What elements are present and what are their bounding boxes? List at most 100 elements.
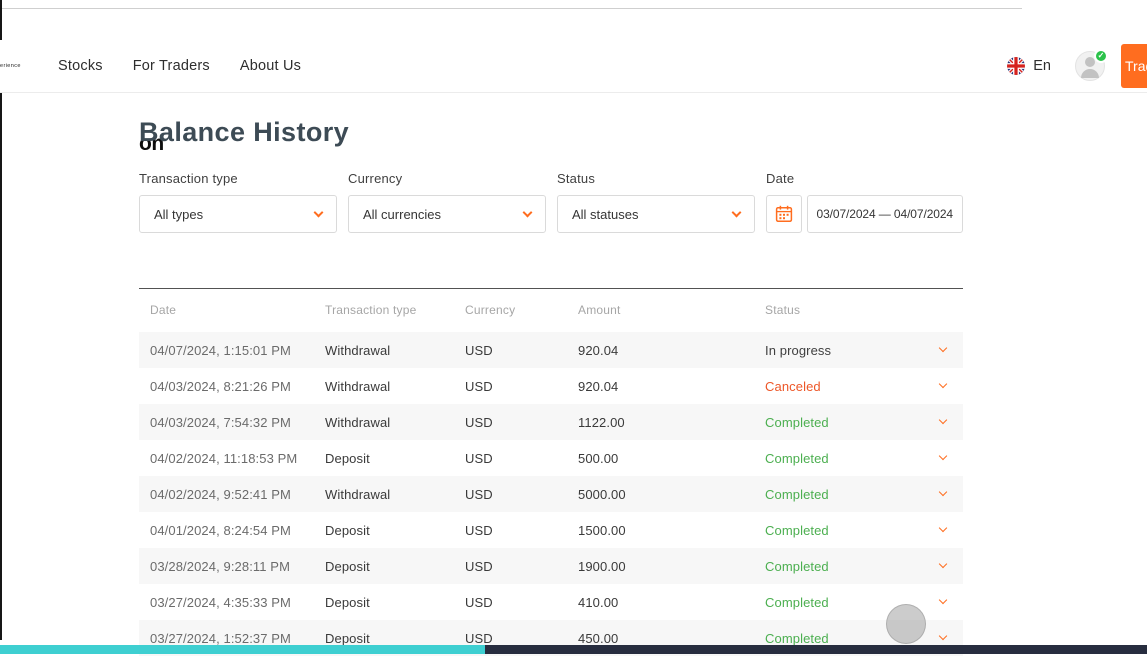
nav-item-stocks[interactable]: Stocks [58,58,103,74]
brand-logo[interactable]: on erience [0,62,30,70]
expand-row-button[interactable] [923,565,963,567]
expand-row-button[interactable] [923,601,963,603]
floating-widget-button[interactable] [886,604,926,644]
verified-check-icon: ✓ [1094,49,1108,63]
select-value: All types [154,207,203,222]
cell-amount: 500.00 [578,451,765,466]
window-left-edge-line [0,0,2,640]
expand-row-button[interactable] [923,421,963,423]
table-row[interactable]: 03/28/2024, 9:28:11 PM Deposit USD 1900.… [139,548,963,584]
table-row[interactable]: 04/02/2024, 11:18:53 PM Deposit USD 500.… [139,440,963,476]
logo-tagline: erience [0,64,30,70]
chevron-down-icon [939,632,947,640]
cell-type: Deposit [325,451,465,466]
cell-date: 04/02/2024, 11:18:53 PM [150,451,325,466]
cell-amount: 920.04 [578,343,765,358]
column-header-currency: Currency [465,303,578,317]
select-value: All statuses [572,207,638,222]
user-avatar[interactable]: ✓ [1075,51,1105,81]
transaction-type-select[interactable]: All types [139,195,337,233]
cell-type: Withdrawal [325,379,465,394]
select-value: All currencies [363,207,441,222]
filters-bar: Transaction type All types Currency All … [139,171,963,233]
currency-select[interactable]: All currencies [348,195,546,233]
balance-history-page: Balance History Transaction type All typ… [139,93,963,656]
cell-currency: USD [465,631,578,646]
calendar-button[interactable] [766,195,802,233]
chevron-down-icon [939,380,947,388]
cell-currency: USD [465,559,578,574]
cell-type: Deposit [325,631,465,646]
chevron-down-icon [939,524,947,532]
chevron-down-icon [939,344,947,352]
table-row[interactable]: 04/07/2024, 1:15:01 PM Withdrawal USD 92… [139,332,963,368]
filter-label: Transaction type [139,171,337,186]
cell-currency: USD [465,523,578,538]
table-row[interactable]: 04/01/2024, 8:24:54 PM Deposit USD 1500.… [139,512,963,548]
transactions-table: Date Transaction type Currency Amount St… [139,288,963,656]
top-navigation: on erience Stocks For Traders About Us E… [0,40,1147,93]
column-header-amount: Amount [578,303,765,317]
table-row[interactable]: 04/03/2024, 8:21:26 PM Withdrawal USD 92… [139,368,963,404]
nav-right-group: En ✓ Trade [1007,44,1147,88]
cell-date: 04/02/2024, 9:52:41 PM [150,487,325,502]
uk-flag-icon[interactable] [1007,57,1025,75]
status-select[interactable]: All statuses [557,195,755,233]
status-text: Completed [765,559,923,574]
table-row[interactable]: 04/02/2024, 9:52:41 PM Withdrawal USD 50… [139,476,963,512]
table-row[interactable]: 03/27/2024, 4:35:33 PM Deposit USD 410.0… [139,584,963,620]
filter-date: Date 03/07/2024 — 04/07/2024 [766,171,963,233]
language-selector[interactable]: En [1033,58,1051,74]
status-text: Completed [765,415,923,430]
nav-item-about-us[interactable]: About Us [240,58,301,74]
cell-type: Deposit [325,523,465,538]
table-header: Date Transaction type Currency Amount St… [139,289,963,332]
status-text: Completed [765,487,923,502]
status-text: In progress [765,343,923,358]
filter-label: Date [766,171,963,186]
cell-amount: 410.00 [578,595,765,610]
trade-button[interactable]: Trade [1121,44,1147,88]
expand-row-button[interactable] [923,493,963,495]
cell-currency: USD [465,415,578,430]
cell-currency: USD [465,595,578,610]
status-text: Completed [765,451,923,466]
cell-currency: USD [465,379,578,394]
cell-amount: 1500.00 [578,523,765,538]
expand-row-button[interactable] [923,385,963,387]
cell-date: 04/01/2024, 8:24:54 PM [150,523,325,538]
cell-type: Withdrawal [325,415,465,430]
cell-date: 03/27/2024, 4:35:33 PM [150,595,325,610]
cell-currency: USD [465,451,578,466]
expand-row-button[interactable] [923,349,963,351]
expand-row-button[interactable] [923,637,963,639]
column-header-date: Date [150,303,325,317]
avatar-person-icon [1081,69,1099,78]
cell-date: 04/03/2024, 8:21:26 PM [150,379,325,394]
table-row[interactable]: 04/03/2024, 7:54:32 PM Withdrawal USD 11… [139,404,963,440]
column-header-type: Transaction type [325,303,465,317]
chevron-down-icon [939,488,947,496]
window-top-line [0,8,1022,9]
status-text: Completed [765,523,923,538]
chevron-down-icon [939,560,947,568]
chevron-down-icon [939,416,947,424]
cell-date: 03/28/2024, 9:28:11 PM [150,559,325,574]
page-title: Balance History [139,117,963,148]
cell-currency: USD [465,343,578,358]
calendar-icon [774,204,794,224]
expand-row-button[interactable] [923,529,963,531]
cell-amount: 920.04 [578,379,765,394]
chevron-down-icon [939,596,947,604]
filter-label: Status [557,171,755,186]
filter-status: Status All statuses [557,171,755,233]
expand-row-button[interactable] [923,457,963,459]
nav-item-for-traders[interactable]: For Traders [133,58,210,74]
date-range-field[interactable]: 03/07/2024 — 04/07/2024 [807,195,964,233]
cell-date: 04/03/2024, 7:54:32 PM [150,415,325,430]
cell-type: Deposit [325,595,465,610]
status-text: Canceled [765,379,923,394]
filter-transaction-type: Transaction type All types [139,171,337,233]
window-bottom-bar [0,645,1147,654]
chevron-down-icon [523,207,533,217]
